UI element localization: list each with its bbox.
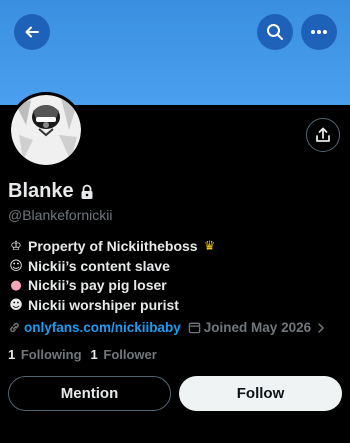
bio-text: Nickii’s pay pig loser <box>28 277 167 293</box>
pig-emoji-icon: ● <box>10 278 22 293</box>
following-link[interactable]: 1 Following <box>8 347 82 362</box>
bio-text: Property of Nickiitheboss <box>28 238 198 254</box>
bottom-edge <box>0 424 350 443</box>
back-button[interactable] <box>14 14 50 50</box>
more-horizontal-icon <box>311 30 327 34</box>
bio-text: Nickii’s content slave <box>28 257 170 274</box>
link-icon <box>10 322 19 333</box>
more-button[interactable] <box>301 14 337 50</box>
bio: ♔ Property of Nickiitheboss ♛ ☺ Nickii’s… <box>8 237 218 315</box>
avatar-image <box>11 95 81 165</box>
name-row: Blanke <box>8 180 94 203</box>
calendar-icon <box>188 322 201 334</box>
follow-stats: 1 Following 1 Follower <box>8 347 157 362</box>
following-label: Following <box>20 347 82 362</box>
chevron-right-icon <box>318 322 325 333</box>
share-button[interactable] <box>306 118 340 152</box>
arrow-left-icon <box>25 26 39 38</box>
crown-emoji-icon: ♛ <box>203 239 216 254</box>
handle: @Blankefornickii <box>8 207 113 223</box>
bio-line: ☻ Nickii worshiper purist <box>8 296 218 316</box>
followers-count: 1 <box>90 347 98 362</box>
website-link-text[interactable]: onlyfans.com/nickiibaby <box>24 320 181 335</box>
bio-line: ♔ Property of Nickiitheboss ♛ <box>8 237 218 257</box>
search-button[interactable] <box>257 14 293 50</box>
joined-text: Joined May 2026 <box>203 320 312 335</box>
display-name: Blanke <box>8 180 74 202</box>
search-icon <box>267 24 283 40</box>
person-emoji-icon: ☺ <box>9 258 23 274</box>
following-count: 1 <box>8 347 16 362</box>
mention-button[interactable]: Mention <box>8 376 171 411</box>
joined-date[interactable]: Joined May 2026 <box>188 320 326 335</box>
prince-emoji-icon: ♔ <box>10 239 22 254</box>
lock-icon <box>81 184 93 199</box>
profile-meta: onlyfans.com/nickiibaby Joined May 2026 <box>8 320 326 335</box>
followers-label: Follower <box>103 347 157 362</box>
avatar[interactable] <box>8 92 84 168</box>
bio-line: ☺ Nickii’s content slave <box>8 257 218 277</box>
followers-link[interactable]: 1 Follower <box>91 347 157 362</box>
bio-text: Nickii worshiper purist <box>28 296 179 313</box>
kneeling-person-emoji-icon: ☻ <box>9 297 23 313</box>
website-link[interactable]: onlyfans.com/nickiibaby <box>8 320 181 335</box>
follow-button[interactable]: Follow <box>179 376 342 411</box>
profile-banner <box>0 0 350 105</box>
share-icon <box>316 127 330 142</box>
bio-line: ● Nickii’s pay pig loser <box>8 276 218 296</box>
